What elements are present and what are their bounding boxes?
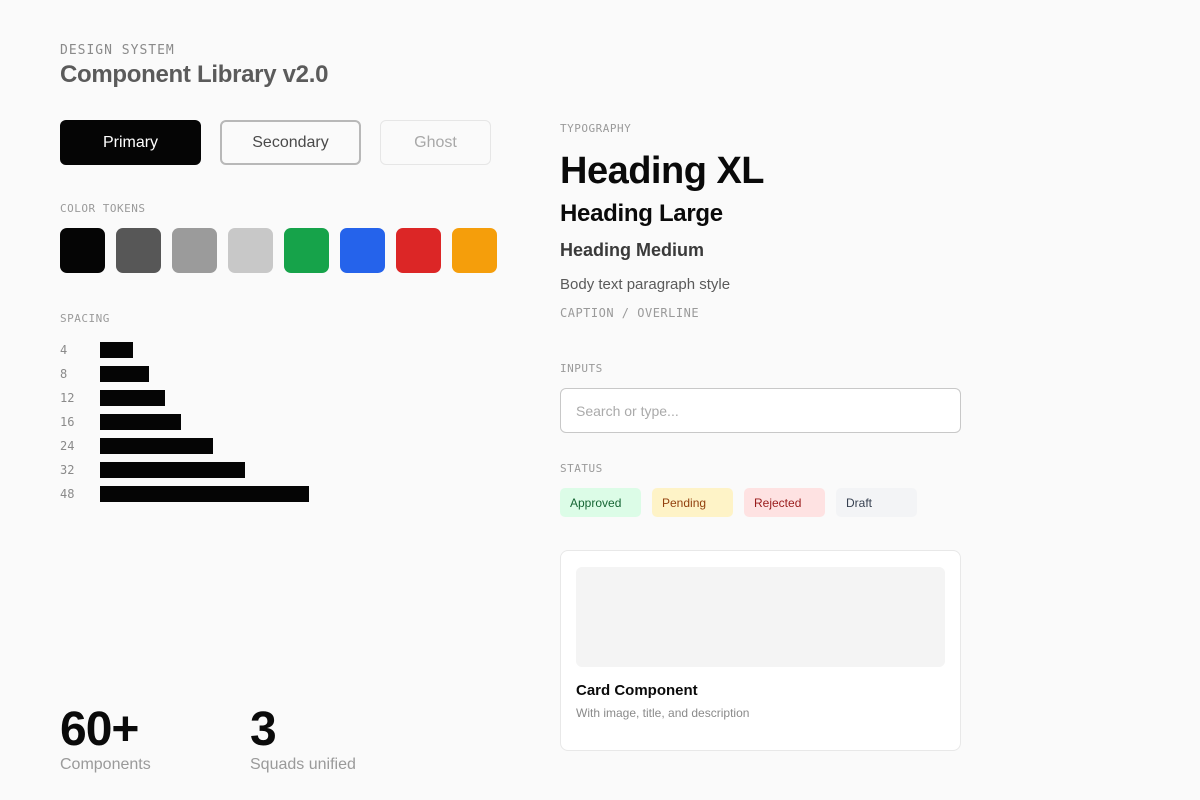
status-badges: Approved Pending Rejected Draft — [560, 488, 917, 517]
status-badge-draft: Draft — [836, 488, 917, 517]
spacing-row: 24 — [60, 434, 309, 458]
spacing-value: 32 — [60, 463, 75, 477]
card-description: With image, title, and description — [576, 706, 750, 720]
spacing-row: 4 — [60, 338, 309, 362]
spacing-row: 16 — [60, 410, 309, 434]
spacing-bar — [100, 342, 133, 358]
card-title: Card Component — [576, 682, 698, 699]
secondary-button[interactable]: Secondary — [220, 120, 361, 165]
color-tokens-label: COLOR TOKENS — [60, 202, 146, 215]
inputs-label: INPUTS — [560, 362, 603, 375]
color-swatch[interactable] — [396, 228, 441, 273]
ghost-button[interactable]: Ghost — [380, 120, 491, 165]
spacing-bar — [100, 486, 309, 502]
body-text: Body text paragraph style — [560, 276, 731, 293]
search-input[interactable] — [560, 388, 961, 433]
status-label: STATUS — [560, 462, 603, 475]
color-swatch[interactable] — [452, 228, 497, 273]
card-image-placeholder — [576, 567, 945, 667]
eyebrow-label: DESIGN SYSTEM — [60, 43, 175, 58]
spacing-value: 48 — [60, 487, 75, 501]
color-swatch[interactable] — [172, 228, 217, 273]
stat-label-components: Components — [60, 756, 151, 773]
status-badge-approved: Approved — [560, 488, 641, 517]
color-swatch[interactable] — [60, 228, 105, 273]
color-swatch[interactable] — [284, 228, 329, 273]
spacing-bar — [100, 462, 245, 478]
typography-label: TYPOGRAPHY — [560, 122, 632, 135]
spacing-value: 16 — [60, 415, 75, 429]
spacing-value: 12 — [60, 391, 75, 405]
heading-medium: Heading Medium — [560, 240, 705, 260]
spacing-bar — [100, 414, 181, 430]
stat-label-squads: Squads unified — [250, 756, 356, 773]
stat-value-components: 60+ — [60, 703, 139, 756]
spacing-bar — [100, 366, 149, 382]
card-component[interactable]: Card Component With image, title, and de… — [560, 550, 961, 751]
page-title: Component Library v2.0 — [60, 61, 329, 88]
heading-large: Heading Large — [560, 200, 723, 227]
color-swatch[interactable] — [228, 228, 273, 273]
spacing-value: 4 — [60, 343, 68, 357]
spacing-scale: 4 8 12 16 24 32 48 — [60, 338, 309, 506]
heading-xl: Heading XL — [560, 150, 765, 192]
status-badge-rejected: Rejected — [744, 488, 825, 517]
color-swatch[interactable] — [116, 228, 161, 273]
spacing-bar — [100, 390, 165, 406]
spacing-bar — [100, 438, 213, 454]
stat-value-squads: 3 — [250, 703, 277, 756]
color-swatch[interactable] — [340, 228, 385, 273]
spacing-row: 32 — [60, 458, 309, 482]
spacing-label: SPACING — [60, 312, 110, 325]
status-badge-pending: Pending — [652, 488, 733, 517]
spacing-row: 12 — [60, 386, 309, 410]
caption-text: CAPTION / OVERLINE — [560, 306, 700, 320]
spacing-row: 48 — [60, 482, 309, 506]
color-swatches — [60, 228, 497, 273]
spacing-row: 8 — [60, 362, 309, 386]
spacing-value: 8 — [60, 367, 68, 381]
spacing-value: 24 — [60, 439, 75, 453]
primary-button[interactable]: Primary — [60, 120, 201, 165]
